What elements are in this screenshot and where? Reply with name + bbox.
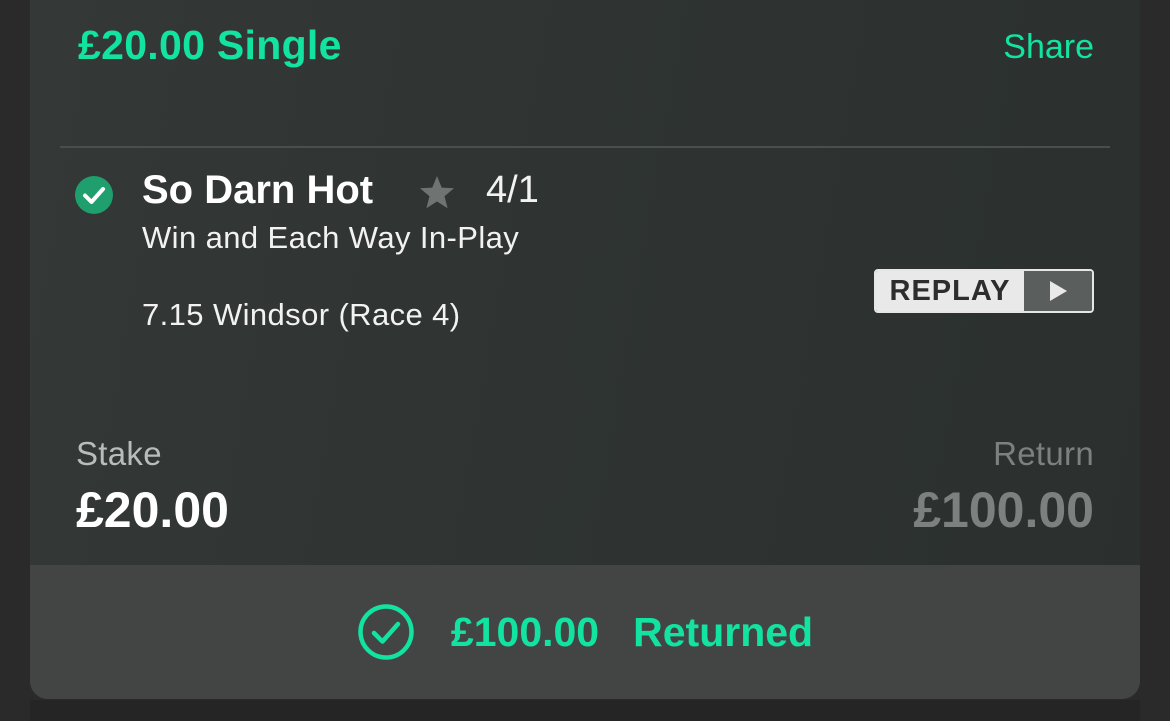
card-bottom-edge bbox=[30, 700, 1140, 721]
bet-card: £20.00 Single Share So Darn Hot 4/1 Win … bbox=[30, 0, 1140, 699]
stake-block: Stake £20.00 bbox=[76, 435, 229, 539]
odds: 4/1 bbox=[486, 169, 539, 211]
selection-row: So Darn Hot 4/1 Win and Each Way In-Play… bbox=[30, 165, 1140, 365]
return-block: Return £100.00 bbox=[913, 435, 1094, 539]
stake-value: £20.00 bbox=[76, 482, 229, 538]
star-icon bbox=[417, 173, 457, 213]
stake-label: Stake bbox=[76, 435, 162, 472]
replay-label: REPLAY bbox=[876, 271, 1024, 311]
bet-title: £20.00 Single bbox=[78, 22, 342, 68]
return-value: £100.00 bbox=[913, 482, 1094, 538]
returned-status: Returned bbox=[633, 608, 814, 655]
header-divider bbox=[60, 146, 1110, 148]
return-label: Return bbox=[993, 435, 1094, 472]
replay-button[interactable]: REPLAY bbox=[874, 269, 1094, 313]
returned-footer: £100.00 Returned bbox=[30, 565, 1140, 699]
bet-header: £20.00 Single Share bbox=[30, 0, 1140, 127]
check-circle-outline-icon bbox=[357, 603, 415, 661]
share-button[interactable]: Share bbox=[1003, 28, 1094, 67]
market-type: Win and Each Way In-Play bbox=[142, 220, 520, 255]
returned-amount: £100.00 bbox=[450, 608, 600, 655]
play-icon bbox=[1024, 271, 1092, 311]
runner-name: So Darn Hot bbox=[142, 168, 374, 212]
event-name: 7.15 Windsor (Race 4) bbox=[142, 297, 461, 332]
check-circle-icon bbox=[75, 176, 113, 214]
